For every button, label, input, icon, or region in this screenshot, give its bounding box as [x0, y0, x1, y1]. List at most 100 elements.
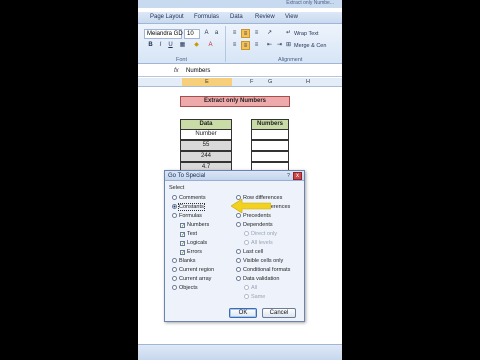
indent-icon[interactable]: ⇤	[265, 41, 274, 50]
column-header-g[interactable]: G	[268, 79, 272, 85]
option-validation-all: All	[244, 285, 257, 292]
orientation-icon[interactable]: ↗	[265, 29, 274, 38]
numbers-cell[interactable]	[251, 140, 289, 151]
radio-icon	[244, 294, 249, 299]
ribbon-separator	[225, 26, 226, 62]
option-blanks[interactable]: Blanks	[172, 258, 196, 265]
font-size-box[interactable]: 10	[184, 29, 200, 39]
ribbon: Meiandra GD 10 A a B I U ▦ ◆ A ≡ ≡ ≡ ↗ ≡…	[138, 24, 342, 64]
radio-icon	[236, 276, 241, 281]
ok-button[interactable]: OK	[229, 308, 257, 318]
align-center-icon[interactable]: ≡	[241, 41, 250, 50]
data-cell[interactable]: 55	[180, 140, 232, 151]
align-right-icon[interactable]: ≡	[252, 41, 261, 50]
grow-font-icon[interactable]: A	[202, 29, 211, 38]
option-current-region[interactable]: Current region	[172, 267, 214, 274]
align-top-icon[interactable]: ≡	[230, 29, 239, 38]
radio-icon	[172, 195, 177, 200]
checkbox-checked-icon: ✓	[180, 250, 186, 256]
tab-formulas[interactable]: Formulas	[194, 14, 219, 20]
radio-icon	[236, 258, 241, 263]
checkbox-checked-icon: ✓	[180, 241, 186, 247]
option-formulas[interactable]: Formulas	[172, 213, 202, 220]
shrink-font-icon[interactable]: a	[212, 29, 221, 38]
radio-icon	[236, 222, 241, 227]
radio-icon	[172, 267, 177, 272]
option-direct-only: Direct only	[244, 231, 277, 238]
column-headers: E F G H	[138, 78, 342, 87]
radio-icon	[236, 249, 241, 254]
status-bar	[138, 344, 342, 360]
option-all-levels: All levels	[244, 240, 273, 247]
sheet-title-cell[interactable]: Extract only Numbers	[180, 96, 290, 107]
radio-icon	[172, 276, 177, 281]
radio-selected-icon	[172, 204, 177, 209]
merge-center-label[interactable]: Merge & Cen	[294, 43, 326, 49]
align-middle-icon[interactable]: ≡	[241, 29, 250, 38]
checkbox-checked-icon: ✓	[180, 232, 186, 238]
column-header-h[interactable]: H	[306, 79, 310, 85]
align-bottom-icon[interactable]: ≡	[252, 29, 261, 38]
underline-icon[interactable]: U	[166, 41, 175, 50]
font-name-box[interactable]: Meiandra GD	[144, 29, 183, 39]
title-bar: Extract only Numbe...	[138, 0, 342, 8]
merge-center-icon[interactable]: ⊞	[284, 41, 293, 50]
option-text[interactable]: ✓ Text	[180, 231, 197, 238]
font-color-icon[interactable]: A	[206, 41, 215, 50]
option-dependents[interactable]: Dependents	[236, 222, 273, 229]
tab-data[interactable]: Data	[230, 14, 243, 20]
arrow-pointer-icon	[231, 199, 271, 213]
select-group-label: Select	[169, 185, 185, 191]
bold-icon[interactable]: B	[146, 41, 155, 50]
formula-bar: fx Numbers	[138, 66, 342, 77]
formula-input[interactable]: Numbers	[186, 68, 210, 74]
tab-view[interactable]: View	[285, 14, 298, 20]
tab-page-layout[interactable]: Page Layout	[150, 14, 184, 20]
go-to-special-dialog: Go To Special ? x Select Comments Consta…	[164, 170, 305, 322]
option-logicals[interactable]: ✓ Logicals	[180, 240, 207, 247]
option-validation-same: Same	[244, 294, 265, 301]
option-comments[interactable]: Comments	[172, 195, 206, 202]
radio-icon	[172, 285, 177, 290]
italic-icon[interactable]: I	[156, 41, 165, 50]
option-conditional-formats[interactable]: Conditional formats	[236, 267, 290, 274]
option-constants[interactable]: Constants	[172, 203, 205, 211]
option-visible-cells-only[interactable]: Visible cells only	[236, 258, 283, 265]
radio-icon	[244, 231, 249, 236]
column-header-e[interactable]: E	[182, 78, 232, 86]
fill-color-icon[interactable]: ◆	[192, 41, 201, 50]
radio-icon	[236, 213, 241, 218]
window-title: Extract only Numbe...	[286, 0, 334, 6]
option-objects[interactable]: Objects	[172, 285, 198, 292]
radio-icon	[244, 285, 249, 290]
borders-icon[interactable]: ▦	[178, 41, 187, 50]
option-current-array[interactable]: Current array	[172, 276, 211, 283]
option-errors[interactable]: ✓ Errors	[180, 249, 202, 256]
ribbon-tabs: Page Layout Formulas Data Review View	[138, 12, 342, 24]
outdent-icon[interactable]: ⇥	[275, 41, 284, 50]
radio-icon	[236, 267, 241, 272]
wrap-text-label[interactable]: Wrap Text	[294, 31, 319, 37]
data-cell[interactable]: Number	[180, 129, 232, 140]
numbers-cell[interactable]	[251, 151, 289, 162]
dialog-title: Go To Special	[165, 171, 304, 181]
checkbox-checked-icon: ✓	[180, 223, 186, 229]
fx-icon[interactable]: fx	[174, 68, 179, 74]
wrap-text-icon[interactable]: ↵	[284, 29, 293, 38]
option-numbers[interactable]: ✓ Numbers	[180, 222, 209, 229]
excel-window: Extract only Numbe... Page Layout Formul…	[138, 0, 342, 360]
help-icon[interactable]: ?	[285, 173, 292, 179]
alignment-group-label: Alignment	[278, 57, 303, 63]
cancel-button[interactable]: Cancel	[262, 308, 296, 318]
option-last-cell[interactable]: Last cell	[236, 249, 263, 256]
numbers-cell[interactable]	[251, 129, 289, 140]
radio-icon	[172, 213, 177, 218]
option-data-validation[interactable]: Data validation	[236, 276, 279, 283]
radio-icon	[172, 258, 177, 263]
tab-review[interactable]: Review	[255, 14, 275, 20]
align-left-icon[interactable]: ≡	[230, 41, 239, 50]
option-precedents[interactable]: Precedents	[236, 213, 271, 220]
data-cell[interactable]: 244	[180, 151, 232, 162]
close-button[interactable]: x	[293, 172, 302, 180]
column-header-f[interactable]: F	[250, 79, 253, 85]
